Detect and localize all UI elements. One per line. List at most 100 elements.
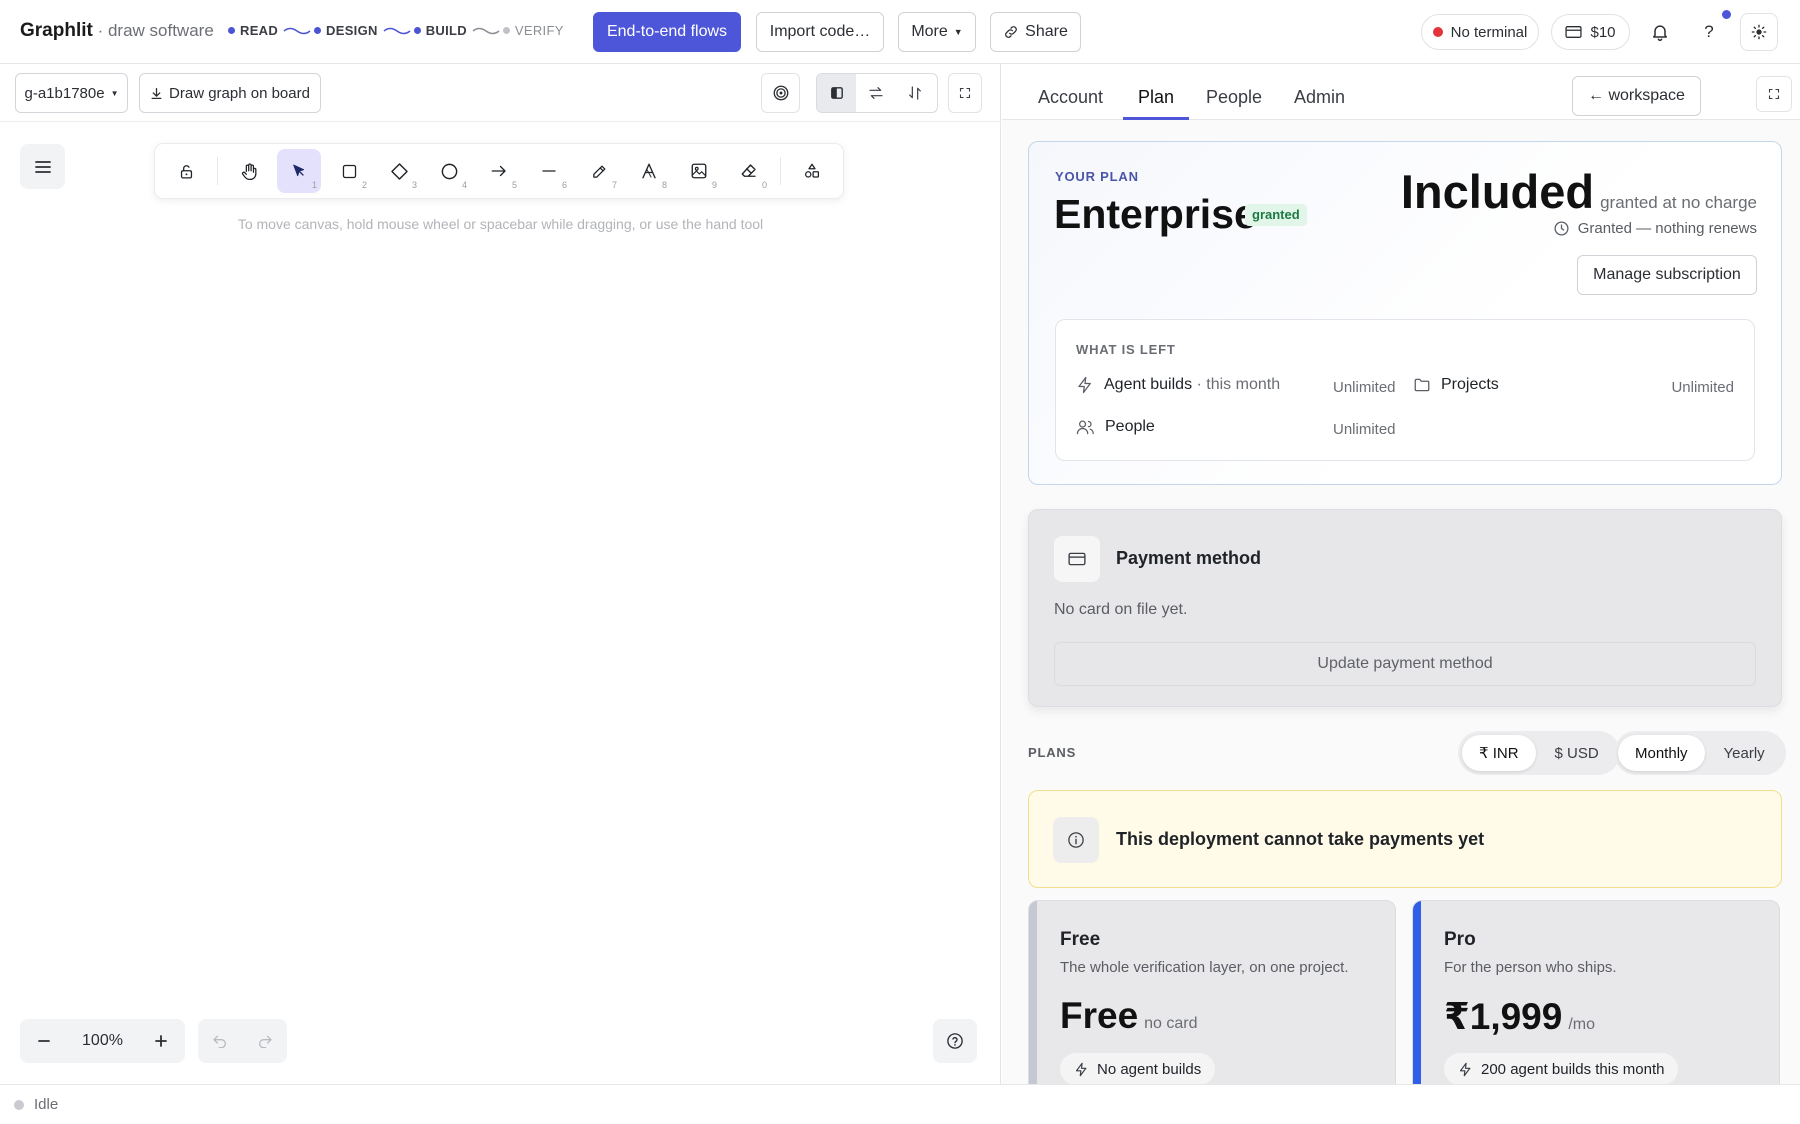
help-button[interactable]: ?	[1690, 13, 1728, 51]
draw-graph-label: Draw graph on board	[169, 84, 310, 102]
tool-eraser-shortcut: 0	[761, 180, 767, 190]
tab-account[interactable]: Account	[1038, 64, 1103, 120]
panel-left-icon	[830, 87, 843, 99]
plan-tier-free[interactable]: Free The whole verification layer, on on…	[1028, 900, 1396, 1084]
theme-toggle-button[interactable]	[1740, 13, 1778, 51]
graph-select[interactable]: g-a1b1780e ▼	[15, 73, 128, 113]
tier-accent-bar	[1413, 901, 1421, 1084]
more-menu-button[interactable]: More ▼	[898, 12, 976, 52]
tab-people[interactable]: People	[1206, 64, 1262, 120]
billing-option-yearly[interactable]: Yearly	[1707, 735, 1782, 771]
redo-icon	[258, 1035, 272, 1048]
plan-price-value: Included	[1400, 165, 1595, 218]
tool-diamond[interactable]: 3	[377, 149, 421, 193]
plan-tier-pro[interactable]: Pro For the person who ships. ₹1,999 /mo…	[1412, 900, 1780, 1084]
tool-arrow[interactable]: 5	[477, 149, 521, 193]
layout-swap-horizontal-button[interactable]	[856, 74, 895, 112]
import-code-button[interactable]: Import code…	[756, 12, 884, 52]
tool-pencil[interactable]: 7	[577, 149, 621, 193]
bell-icon	[1653, 25, 1667, 42]
usage-title: WHAT IS LEFT	[1076, 342, 1176, 357]
tool-select[interactable]: 1	[277, 149, 321, 193]
pipeline-connector-icon	[472, 27, 500, 34]
plan-price-note: granted at no charge	[1600, 193, 1757, 212]
payment-method-card: Payment method No card on file yet. Upda…	[1028, 509, 1782, 707]
tool-ellipse[interactable]: 4	[427, 149, 471, 193]
terminal-status-pill[interactable]: No terminal	[1421, 14, 1539, 50]
panel-tabs: Account Plan People Admin ← workspace	[1002, 64, 1800, 120]
panel-fullscreen-button[interactable]	[1756, 76, 1792, 112]
back-to-workspace-button[interactable]: ← workspace	[1572, 76, 1701, 116]
plan-name: Enterprise	[1054, 191, 1257, 237]
zoom-level[interactable]: 100%	[82, 1032, 123, 1050]
download-icon	[151, 87, 162, 99]
tab-admin[interactable]: Admin	[1294, 64, 1345, 120]
zoom-controls: 100%	[20, 1019, 185, 1063]
layout-swap-vertical-button[interactable]	[895, 74, 934, 112]
payments-unavailable-banner: This deployment cannot take payments yet	[1028, 790, 1782, 888]
share-button[interactable]: Share	[990, 12, 1081, 52]
tool-hand[interactable]	[227, 149, 271, 193]
swap-vertical-icon	[908, 86, 921, 100]
manage-subscription-button[interactable]: Manage subscription	[1577, 255, 1757, 295]
plan-status-badge: granted	[1245, 204, 1307, 226]
undo-button[interactable]	[212, 1034, 228, 1048]
layout-mode-group	[816, 73, 938, 113]
zoom-in-button[interactable]	[147, 1025, 175, 1057]
payment-method-title: Payment method	[1116, 548, 1262, 568]
warning-icon-box	[1053, 817, 1099, 863]
usage-row-projects: Projects	[1413, 376, 1499, 394]
tool-rectangle[interactable]: 2	[327, 149, 371, 193]
tab-plan-label: Plan	[1138, 87, 1175, 107]
redo-button[interactable]	[257, 1034, 273, 1048]
current-plan-card: YOUR PLAN Enterprise granted Included gr…	[1028, 141, 1782, 485]
history-controls	[198, 1019, 287, 1063]
tool-eraser[interactable]: 0	[727, 149, 771, 193]
lightning-icon	[1078, 376, 1091, 394]
usage-label: Projects	[1441, 376, 1499, 393]
tool-line[interactable]: 6	[527, 149, 571, 193]
tool-image[interactable]: 9	[677, 149, 721, 193]
graph-select-value: g-a1b1780e	[24, 84, 105, 102]
shapes-icon	[804, 163, 820, 178]
tool-lock[interactable]	[164, 149, 208, 193]
draw-graph-button[interactable]: Draw graph on board	[139, 73, 321, 113]
pipeline-step-read: READ	[228, 23, 278, 38]
tier-name: Free	[1060, 929, 1101, 950]
tier-feature-chip: 200 agent builds this month	[1444, 1053, 1679, 1084]
tier-description: The whole verification layer, on one pro…	[1060, 959, 1349, 976]
end-to-end-flows-button[interactable]: End-to-end flows	[593, 12, 741, 52]
layout-split-left-button[interactable]	[817, 74, 856, 112]
canvas-menu-button[interactable]	[20, 144, 65, 189]
sun-icon	[1751, 24, 1767, 40]
canvas-pane[interactable]: g-a1b1780e ▼ Draw graph on board 1 2 3 4…	[0, 64, 1001, 1084]
billing-option-monthly[interactable]: Monthly	[1618, 735, 1705, 771]
eraser-icon	[741, 164, 756, 177]
tab-plan[interactable]: Plan	[1123, 64, 1190, 120]
update-payment-method-button[interactable]: Update payment method	[1054, 642, 1756, 686]
tool-line-shortcut: 6	[561, 180, 567, 190]
zoom-out-button[interactable]	[30, 1025, 58, 1057]
pencil-icon	[592, 165, 605, 178]
currency-option-usd[interactable]: $ USD	[1538, 735, 1616, 771]
credit-balance-pill[interactable]: $10	[1551, 14, 1630, 50]
tool-text-shortcut: 8	[661, 180, 667, 190]
tier-price-value: ₹1,999	[1444, 996, 1563, 1037]
toolbar-divider	[780, 157, 781, 185]
info-icon	[1068, 832, 1084, 848]
notifications-button[interactable]	[1641, 13, 1679, 51]
payment-icon-box	[1054, 536, 1100, 582]
focus-target-button[interactable]	[761, 73, 800, 113]
tier-price-note: /mo	[1568, 1016, 1596, 1033]
plans-section-label: PLANS	[1028, 745, 1077, 760]
tool-text[interactable]: 8	[627, 149, 671, 193]
canvas-fullscreen-button[interactable]	[948, 73, 982, 113]
tool-more-shapes[interactable]	[790, 149, 834, 193]
status-bar: Idle	[0, 1084, 1800, 1124]
tier-feature-chip: No agent builds	[1060, 1053, 1216, 1084]
target-icon	[773, 85, 788, 101]
currency-option-inr[interactable]: ₹ INR	[1462, 735, 1536, 771]
canvas-help-button[interactable]	[933, 1019, 977, 1063]
plan-renewal-text: Granted — nothing renews	[1577, 220, 1757, 237]
pipeline-connector-icon	[383, 27, 411, 34]
